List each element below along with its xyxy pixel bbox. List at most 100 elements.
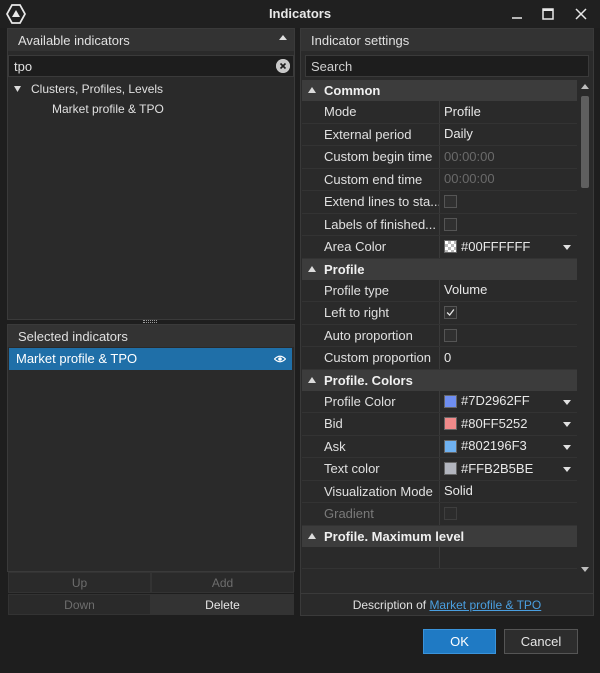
collapse-triangle-icon[interactable] (308, 376, 316, 383)
property-row-text-color[interactable]: Text color #FFB2B5BE (302, 458, 577, 481)
scroll-thumb[interactable] (581, 96, 589, 188)
property-name: Auto proportion (302, 324, 440, 346)
chevron-down-icon[interactable] (563, 467, 571, 472)
description-prefix: Description of (352, 598, 427, 612)
settings-search-input[interactable]: Search (305, 55, 589, 77)
property-name: Bid (302, 413, 440, 435)
property-row-profile-type[interactable]: Profile type Volume (302, 279, 577, 302)
color-swatch (444, 439, 457, 453)
property-row-ask[interactable]: Ask #802196F3 (302, 435, 577, 458)
category-profile[interactable]: Profile (302, 258, 577, 280)
property-row-profile-color[interactable]: Profile Color #7D2962FF (302, 390, 577, 413)
left-to-right-checkbox[interactable] (444, 306, 457, 320)
expand-triangle-icon[interactable] (14, 85, 22, 93)
available-indicators-header[interactable]: Available indicators (8, 29, 294, 51)
property-value[interactable]: Profile (440, 101, 577, 123)
collapse-triangle-icon[interactable] (308, 265, 316, 272)
property-name: Custom begin time (302, 146, 440, 168)
property-value[interactable]: Daily (440, 124, 577, 146)
property-name: Labels of finished... (302, 213, 440, 235)
profile-color-picker[interactable]: #7D2962FF (440, 391, 577, 413)
collapse-up-icon[interactable] (278, 33, 288, 43)
area-color-picker[interactable]: #00FFFFFF (440, 236, 577, 258)
ask-color-picker[interactable]: #802196F3 (440, 436, 577, 458)
scroll-down-icon[interactable] (581, 567, 589, 572)
property-row-extend-lines[interactable]: Extend lines to sta... (302, 191, 577, 214)
scroll-up-icon[interactable] (581, 84, 589, 89)
chevron-down-icon[interactable] (563, 422, 571, 427)
property-row-visualization-mode[interactable]: Visualization Mode Solid (302, 480, 577, 503)
indicator-settings-panel: Indicator settings Search Common Mode Pr… (300, 28, 594, 616)
property-row-mode[interactable]: Mode Profile (302, 101, 577, 124)
property-name: Profile type (302, 279, 440, 301)
collapse-triangle-icon[interactable] (308, 87, 316, 93)
category-profile-colors[interactable]: Profile. Colors (302, 369, 577, 391)
eye-icon[interactable] (274, 354, 286, 364)
property-value (440, 191, 577, 213)
cancel-button[interactable]: Cancel (504, 629, 578, 654)
selected-indicators-title: Selected indicators (18, 329, 128, 344)
indicator-search-input[interactable]: tpo (8, 55, 294, 77)
property-value[interactable]: 00:00:00 (440, 169, 577, 191)
property-row-bid[interactable]: Bid #80FF5252 (302, 413, 577, 436)
property-row-external-period[interactable]: External period Daily (302, 123, 577, 146)
up-button[interactable]: Up (8, 572, 151, 593)
chevron-down-icon[interactable] (563, 444, 571, 450)
property-row-custom-proportion[interactable]: Custom proportion 0 (302, 347, 577, 370)
panel-splitter[interactable] (143, 320, 157, 323)
property-value[interactable]: Volume (440, 280, 577, 302)
selected-indicator-item[interactable]: Market profile & TPO (9, 348, 292, 370)
property-row-custom-begin[interactable]: Custom begin time 00:00:00 (302, 146, 577, 169)
property-value (440, 547, 577, 569)
down-button[interactable]: Down (8, 594, 151, 615)
color-swatch (444, 462, 457, 476)
description-link[interactable]: Market profile & TPO (429, 598, 541, 612)
extend-lines-checkbox[interactable] (444, 195, 457, 209)
property-row-area-color[interactable]: Area Color #00FFFFFF (302, 236, 577, 259)
gradient-checkbox (444, 507, 457, 521)
down-delete-buttons: Down Delete (8, 594, 294, 615)
color-swatch (444, 417, 457, 431)
add-button[interactable]: Add (151, 572, 294, 593)
chevron-down-icon[interactable] (563, 399, 571, 405)
property-row-custom-end[interactable]: Custom end time 00:00:00 (302, 168, 577, 191)
maximize-icon[interactable] (533, 3, 563, 25)
property-row-left-to-right[interactable]: Left to right (302, 302, 577, 325)
ok-button[interactable]: OK (423, 629, 496, 654)
auto-proportion-checkbox[interactable] (444, 328, 457, 342)
property-name: Custom proportion (302, 347, 440, 369)
property-scrollbar[interactable] (578, 80, 592, 576)
bid-color-picker[interactable]: #80FF5252 (440, 413, 577, 435)
category-common[interactable]: Common (302, 80, 577, 101)
minimize-icon[interactable] (502, 3, 532, 25)
transparent-swatch (444, 240, 457, 254)
labels-finished-checkbox[interactable] (444, 217, 457, 231)
property-name: Custom end time (302, 168, 440, 190)
property-value[interactable]: 0 (440, 347, 577, 369)
property-name: External period (302, 123, 440, 145)
property-name: Gradient (302, 503, 440, 525)
indicator-search-value: tpo (14, 59, 33, 74)
close-icon[interactable] (566, 3, 596, 25)
settings-search-placeholder: Search (311, 59, 353, 74)
chevron-down-icon[interactable] (563, 245, 571, 250)
property-value (440, 325, 577, 347)
collapse-triangle-icon[interactable] (308, 532, 316, 539)
property-value (440, 302, 577, 324)
tree-item-label: Market profile & TPO (52, 102, 164, 116)
property-row-auto-proportion[interactable]: Auto proportion (302, 324, 577, 347)
color-swatch (444, 394, 457, 408)
delete-button[interactable]: Delete (151, 594, 294, 615)
tree-group-clusters[interactable]: Clusters, Profiles, Levels (14, 79, 306, 99)
indicator-settings-header: Indicator settings (301, 29, 593, 51)
indicator-settings-title: Indicator settings (311, 33, 410, 48)
category-profile-maximum-level[interactable]: Profile. Maximum level (302, 525, 577, 547)
text-color-picker[interactable]: #FFB2B5BE (440, 458, 577, 480)
property-name: Text color (302, 458, 440, 480)
available-indicators-title: Available indicators (18, 33, 130, 48)
property-row-labels-finished[interactable]: Labels of finished... (302, 213, 577, 236)
property-name: Extend lines to sta... (302, 191, 440, 213)
clear-search-icon[interactable] (276, 59, 290, 73)
property-value[interactable]: Solid (440, 481, 577, 503)
property-value[interactable]: 00:00:00 (440, 146, 577, 168)
